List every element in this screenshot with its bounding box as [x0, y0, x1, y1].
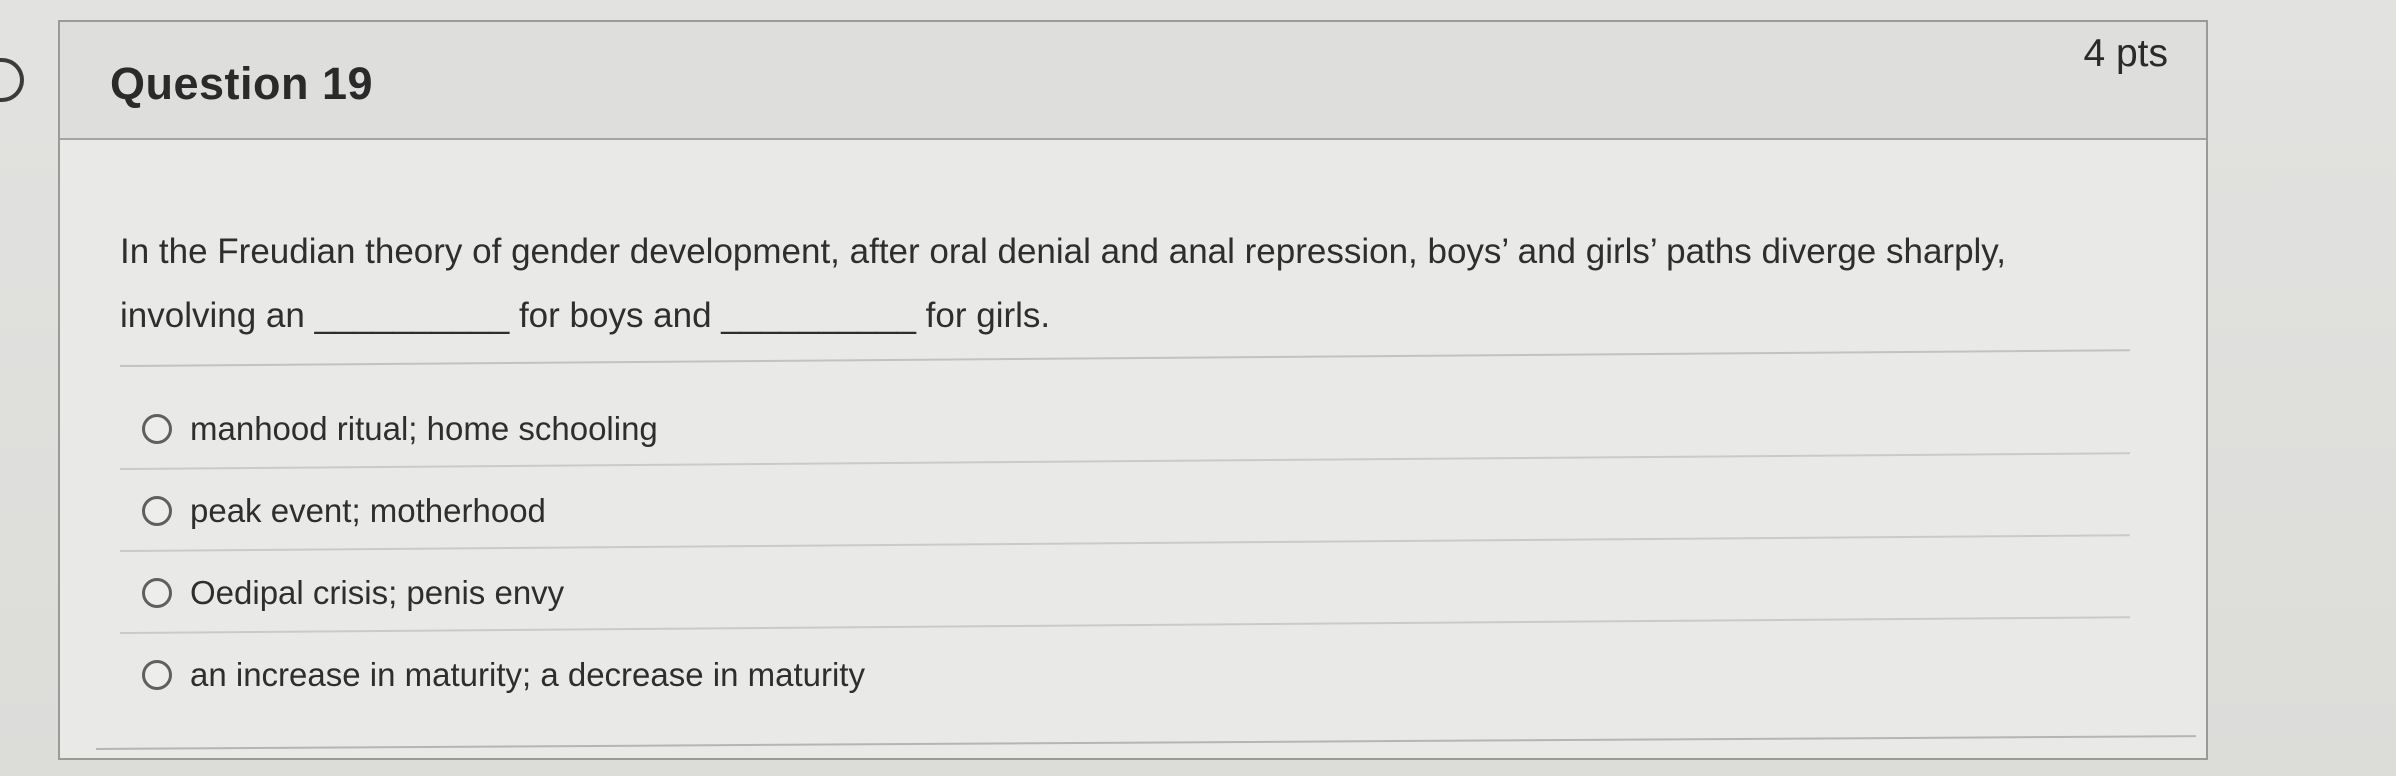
question-header: Question 19 4 pts	[60, 22, 2206, 140]
radio-button[interactable]	[142, 660, 172, 690]
answer-option-1[interactable]: manhood ritual; home schooling	[119, 388, 2130, 470]
question-text: In the Freudian theory of gender develop…	[120, 232, 2006, 335]
screen: Question 19 4 pts In the Freudian theory…	[0, 0, 2396, 776]
radio-button[interactable]	[142, 496, 172, 526]
radio-button[interactable]	[142, 578, 172, 608]
answer-list: manhood ritual; home schooling peak even…	[119, 388, 2130, 716]
answer-option-2[interactable]: peak event; motherhood	[119, 470, 2130, 552]
divider	[119, 452, 2130, 470]
flag-question-icon[interactable]	[0, 58, 24, 102]
question-points: 4 pts	[2083, 32, 2168, 75]
divider	[119, 534, 2130, 552]
radio-button[interactable]	[142, 414, 172, 444]
divider	[119, 616, 2130, 634]
answer-option-4[interactable]: an increase in maturity; a decrease in m…	[120, 634, 2130, 716]
question-card: Question 19 4 pts In the Freudian theory…	[58, 20, 2208, 760]
question-body: In the Freudian theory of gender develop…	[60, 140, 2206, 760]
answer-label: an increase in maturity; a decrease in m…	[190, 656, 865, 693]
answer-label: Oedipal crisis; penis envy	[190, 574, 565, 611]
question-title: Question 19	[110, 58, 374, 109]
answer-label: peak event; motherhood	[190, 492, 546, 529]
answer-option-3[interactable]: Oedipal crisis; penis envy	[119, 552, 2130, 634]
answer-label: manhood ritual; home schooling	[190, 410, 658, 447]
separator-line	[119, 349, 2130, 367]
